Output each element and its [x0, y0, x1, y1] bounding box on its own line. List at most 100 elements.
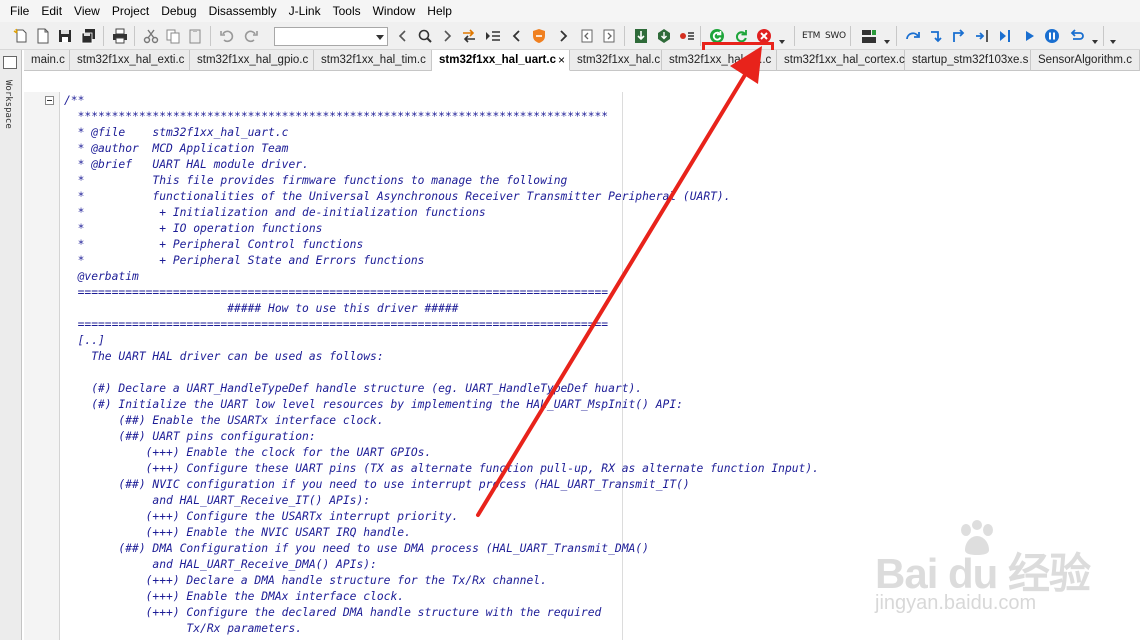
undo-icon[interactable]	[218, 27, 236, 45]
editor-tab-bar: main.c stm32f1xx_hal_exti.c stm32f1xx_ha…	[24, 50, 1140, 71]
copy-icon[interactable]	[164, 27, 182, 45]
search-combobox[interactable]	[274, 27, 388, 46]
toolbar-overflow-icon[interactable]	[1110, 40, 1116, 44]
menu-tools[interactable]: Tools	[327, 0, 367, 22]
tab-label: stm32f1xx_hal_cortex.c	[784, 54, 905, 66]
step-out-icon[interactable]	[950, 27, 968, 45]
chevron-down-icon[interactable]	[376, 35, 384, 40]
menu-edit[interactable]: Edit	[35, 0, 68, 22]
menu-file[interactable]: File	[4, 0, 35, 22]
tab-startup-stm32f103xe-s[interactable]: startup_stm32f103xe.s	[905, 50, 1031, 71]
code-line: [..]	[64, 334, 105, 347]
menu-help[interactable]: Help	[421, 0, 458, 22]
code-line: (##) UART pins configuration:	[64, 430, 316, 443]
navigate-forward-icon[interactable]	[554, 27, 572, 45]
next-statement-icon[interactable]	[996, 27, 1014, 45]
chip-config-icon[interactable]	[860, 27, 878, 45]
debug-download-icon[interactable]	[655, 27, 673, 45]
editor-gutter	[24, 92, 60, 640]
go-to-line-icon[interactable]	[484, 27, 502, 45]
tab-label: stm32f1xx_hal_uart.c	[439, 54, 556, 66]
menu-project[interactable]: Project	[106, 0, 155, 22]
breakpoint-list-icon[interactable]	[678, 27, 696, 45]
chevron-left-icon[interactable]	[394, 27, 412, 45]
chevron-down-icon[interactable]	[779, 40, 785, 44]
code-line: * + Peripheral Control functions	[64, 238, 364, 251]
download-icon[interactable]	[632, 27, 650, 45]
menu-disassembly[interactable]: Disassembly	[203, 0, 283, 22]
menu-bar: File Edit View Project Debug Disassembly…	[0, 0, 1140, 22]
tab-stm32f1xx-hal-c[interactable]: stm32f1xx_hal.c	[570, 50, 662, 71]
workspace-icon[interactable]	[3, 56, 17, 69]
reset-icon[interactable]	[1068, 27, 1086, 45]
menu-debug[interactable]: Debug	[155, 0, 202, 22]
fold-collapse-icon[interactable]	[45, 96, 54, 105]
code-line: (##) NVIC configuration if you need to u…	[64, 478, 690, 491]
go-icon[interactable]	[1020, 27, 1038, 45]
step-over-icon[interactable]	[904, 27, 922, 45]
save-all-icon[interactable]	[80, 27, 98, 45]
tab-stm32f1xx-hal-exti-c[interactable]: stm32f1xx_hal_exti.c	[70, 50, 190, 71]
code-line: The UART HAL driver can be used as follo…	[64, 350, 384, 363]
find-in-files-icon[interactable]	[460, 27, 478, 45]
run-to-cursor-icon[interactable]	[973, 27, 991, 45]
code-line: (##) Enable the USARTx interface clock.	[64, 414, 384, 427]
tab-stm32f1xx-hal-adc-c[interactable]: stm32f1xx_hal_a...c	[662, 50, 777, 71]
toolbar-separator	[134, 26, 135, 46]
new-workspace-icon[interactable]	[12, 27, 30, 45]
print-icon[interactable]	[111, 27, 129, 45]
redo-icon[interactable]	[242, 27, 260, 45]
next-bookmark-icon[interactable]	[600, 27, 618, 45]
code-line: ========================================…	[64, 286, 609, 299]
toolbar: ETM SWO	[0, 22, 1140, 70]
menu-view[interactable]: View	[68, 0, 106, 22]
toolbar-separator	[103, 26, 104, 46]
tab-label: startup_stm32f103xe.s	[912, 54, 1029, 66]
etm-button[interactable]: ETM	[802, 31, 820, 41]
tab-stm32f1xx-hal-tim-c[interactable]: stm32f1xx_hal_tim.c	[314, 50, 432, 71]
paste-icon[interactable]	[186, 27, 204, 45]
workspace-sidebar: Workspace	[0, 50, 22, 640]
tab-main-c[interactable]: main.c	[24, 50, 70, 71]
code-line: ##### How to use this driver #####	[64, 302, 459, 315]
tab-stm32f1xx-hal-cortex-c[interactable]: stm32f1xx_hal_cortex.c	[777, 50, 905, 71]
tab-sensoralgorithm-c[interactable]: SensorAlgorithm.c	[1031, 50, 1140, 71]
code-line: * @file stm32f1xx_hal_uart.c	[64, 126, 289, 139]
code-line: * This file provides firmware functions …	[64, 174, 568, 187]
menu-window[interactable]: Window	[367, 0, 422, 22]
step-into-icon[interactable]	[928, 27, 946, 45]
pause-icon[interactable]	[1043, 27, 1061, 45]
tab-stm32f1xx-hal-uart-c[interactable]: stm32f1xx_hal_uart.c ×	[432, 50, 570, 71]
chevron-down-icon[interactable]	[884, 40, 890, 44]
code-line: (+++) Enable the clock for the UART GPIO…	[64, 446, 432, 459]
chevron-right-icon[interactable]	[438, 27, 456, 45]
code-line: ****************************************…	[64, 110, 609, 123]
code-line: ========================================…	[64, 318, 609, 331]
find-icon[interactable]	[416, 27, 434, 45]
cut-icon[interactable]	[142, 27, 160, 45]
code-line: * + Initialization and de-initialization…	[64, 206, 486, 219]
chevron-down-icon[interactable]	[1092, 40, 1098, 44]
save-icon[interactable]	[56, 27, 74, 45]
tab-stm32f1xx-hal-gpio-c[interactable]: stm32f1xx_hal_gpio.c	[190, 50, 314, 71]
navigate-back-icon[interactable]	[508, 27, 526, 45]
close-icon[interactable]: ×	[558, 50, 565, 70]
toolbar-separator	[624, 26, 625, 46]
toolbar-separator	[700, 26, 701, 46]
tab-label: stm32f1xx_hal_a...c	[669, 54, 772, 66]
code-line: * functionalities of the Universal Async…	[64, 190, 731, 203]
toolbar-separator	[1103, 26, 1104, 46]
swo-button[interactable]: SWO	[825, 31, 846, 41]
code-line: * @brief UART HAL module driver.	[64, 158, 309, 171]
bookmark-shield-icon[interactable]	[530, 27, 548, 45]
menu-jlink[interactable]: J-Link	[283, 0, 327, 22]
workspace-tab-label[interactable]: Workspace	[3, 80, 13, 129]
code-line: (+++) Configure these UART pins (TX as a…	[64, 462, 819, 475]
tab-label: main.c	[31, 54, 65, 66]
watermark-url: jingyan.baidu.com	[875, 592, 1037, 614]
prev-bookmark-icon[interactable]	[578, 27, 596, 45]
tab-label: SensorAlgorithm.c	[1038, 54, 1132, 66]
new-file-icon[interactable]	[34, 27, 52, 45]
code-line: (#) Initialize the UART low level resour…	[64, 398, 683, 411]
tab-label: stm32f1xx_hal_exti.c	[77, 54, 185, 66]
